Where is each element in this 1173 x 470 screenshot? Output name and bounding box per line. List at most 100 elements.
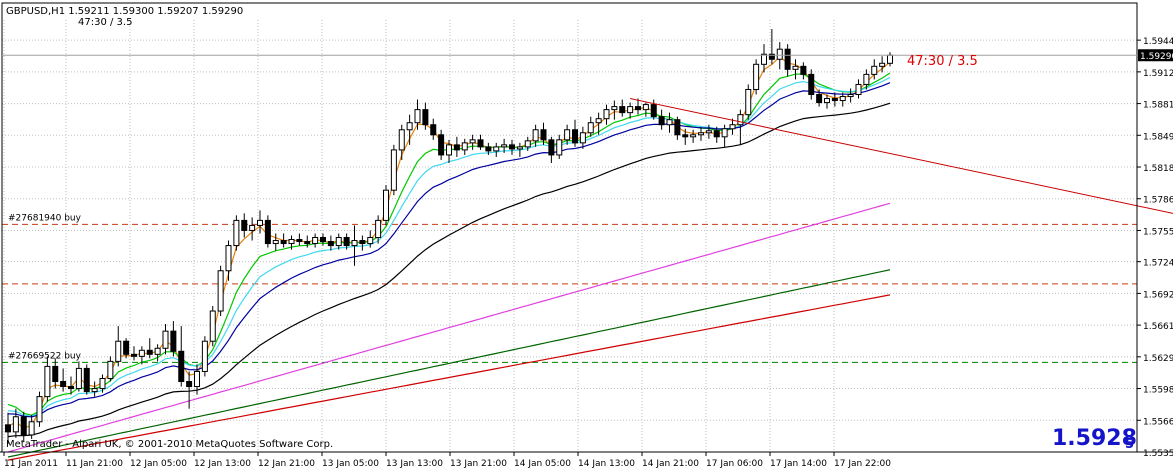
price-chart[interactable]: #27681940 buy #27669522 buy 1.59440 1.5912… <box>0 0 1173 470</box>
candle-body <box>115 340 122 362</box>
candle-body <box>178 350 185 383</box>
x-tick-label: 14 Jan 21:00 <box>642 459 699 469</box>
candle-body <box>123 340 130 355</box>
sub-header: 47:30 / 3.5 <box>78 17 132 28</box>
x-tick-label: 17 Jan 14:00 <box>770 459 827 469</box>
candle-body <box>705 130 712 134</box>
candle-body <box>225 245 232 272</box>
candle-body <box>871 65 878 75</box>
y-tick-label: 1.59125 <box>1143 69 1173 79</box>
y-tick-label: 1.57240 <box>1143 259 1173 269</box>
candle-body <box>320 237 326 243</box>
y-tick-label: 1.56610 <box>1143 322 1173 332</box>
candle-body <box>847 94 854 98</box>
candle-body <box>131 353 137 357</box>
candle-body <box>107 360 114 379</box>
candle-body <box>83 367 90 393</box>
candle-body <box>351 240 358 247</box>
y-tick-label: 1.55665 <box>1143 417 1173 427</box>
candle-body <box>713 130 720 138</box>
x-tick-label: 11 Jan 21:00 <box>66 459 123 469</box>
candle-body <box>146 349 153 355</box>
candle-body <box>548 139 555 156</box>
y-tick-label: 1.58810 <box>1143 101 1173 111</box>
candle-body <box>28 421 35 436</box>
candle-body <box>808 73 815 96</box>
candle-body <box>831 98 838 102</box>
y-tick-label: 1.56295 <box>1143 354 1173 364</box>
y-tick-label: 1.58180 <box>1143 164 1173 174</box>
candle-body <box>469 139 476 144</box>
candle-body <box>288 239 295 245</box>
candle-body <box>690 134 697 138</box>
y-tick-label: 1.55350 <box>1143 449 1173 459</box>
candle-body <box>776 48 783 60</box>
candle-body <box>12 416 19 433</box>
candle-body <box>44 365 51 398</box>
big-price-sub: 5 <box>1125 437 1134 452</box>
candle-body <box>674 119 681 136</box>
candle-body <box>91 388 98 393</box>
candle-body <box>587 122 594 134</box>
x-tick-label: 12 Jan 13:00 <box>194 459 251 469</box>
candle-body <box>611 106 618 111</box>
candle-body <box>138 349 145 357</box>
candle-body <box>784 48 791 70</box>
candle-body <box>375 219 382 239</box>
candle-body <box>855 83 862 96</box>
candle-body <box>816 94 823 104</box>
candle-body <box>800 65 807 75</box>
candle-body <box>257 219 263 226</box>
candle-body <box>75 367 82 390</box>
candle-body <box>509 144 515 150</box>
x-tick-label: 11 Jan 2011 <box>4 459 58 469</box>
candle-body <box>682 134 689 138</box>
candle-body <box>698 132 704 136</box>
candle-body <box>383 189 389 221</box>
candle-body <box>556 139 563 156</box>
candle-body <box>406 122 413 131</box>
candle-body <box>879 62 886 67</box>
candle-body <box>68 386 74 390</box>
candle-body <box>792 65 799 70</box>
current-price-label: 1.59290 <box>1140 52 1173 62</box>
candle-body <box>666 119 673 126</box>
candle-body <box>572 129 578 144</box>
candle-body <box>493 146 500 152</box>
x-tick-label: 12 Jan 05:00 <box>130 459 187 469</box>
candle-body <box>209 310 216 342</box>
candle-body <box>658 116 665 126</box>
candle-body <box>233 219 240 247</box>
y-tick-label: 1.56925 <box>1143 290 1173 300</box>
candle-body <box>312 237 319 245</box>
candle-body <box>304 241 311 245</box>
candle-body <box>603 109 610 120</box>
candle-body <box>390 149 397 191</box>
x-tick-label: 14 Jan 13:00 <box>578 459 635 469</box>
candle-body <box>453 144 460 151</box>
candle-body <box>359 240 366 245</box>
candle-body <box>398 129 405 151</box>
candle-body <box>438 134 445 156</box>
candle-body <box>635 106 641 111</box>
x-tick-label: 17 Jan 22:00 <box>834 459 891 469</box>
candle-body <box>745 88 752 116</box>
x-tick-label: 12 Jan 21:00 <box>258 459 315 469</box>
candle-body <box>446 144 452 156</box>
candle-body <box>524 140 531 148</box>
candle-body <box>619 106 626 114</box>
candle-body <box>650 104 657 118</box>
candle-body <box>367 237 374 245</box>
candle-body <box>296 239 303 243</box>
y-tick-label: 1.57550 <box>1143 227 1173 237</box>
candle-body <box>52 365 59 383</box>
copyright-text: MetaTrader - Alpari UK, © 2001-2010 Meta… <box>6 439 333 450</box>
candle-body <box>824 98 830 104</box>
candle-body <box>627 106 634 114</box>
candle-body <box>194 370 200 388</box>
y-tick-label: 1.57865 <box>1143 196 1173 206</box>
candle-body <box>532 129 539 142</box>
chart-window: #27681940 buy #27669522 buy 1.59440 1.5912… <box>0 0 1173 470</box>
x-tick-label: 14 Jan 05:00 <box>514 459 571 469</box>
candle-body <box>162 330 169 349</box>
